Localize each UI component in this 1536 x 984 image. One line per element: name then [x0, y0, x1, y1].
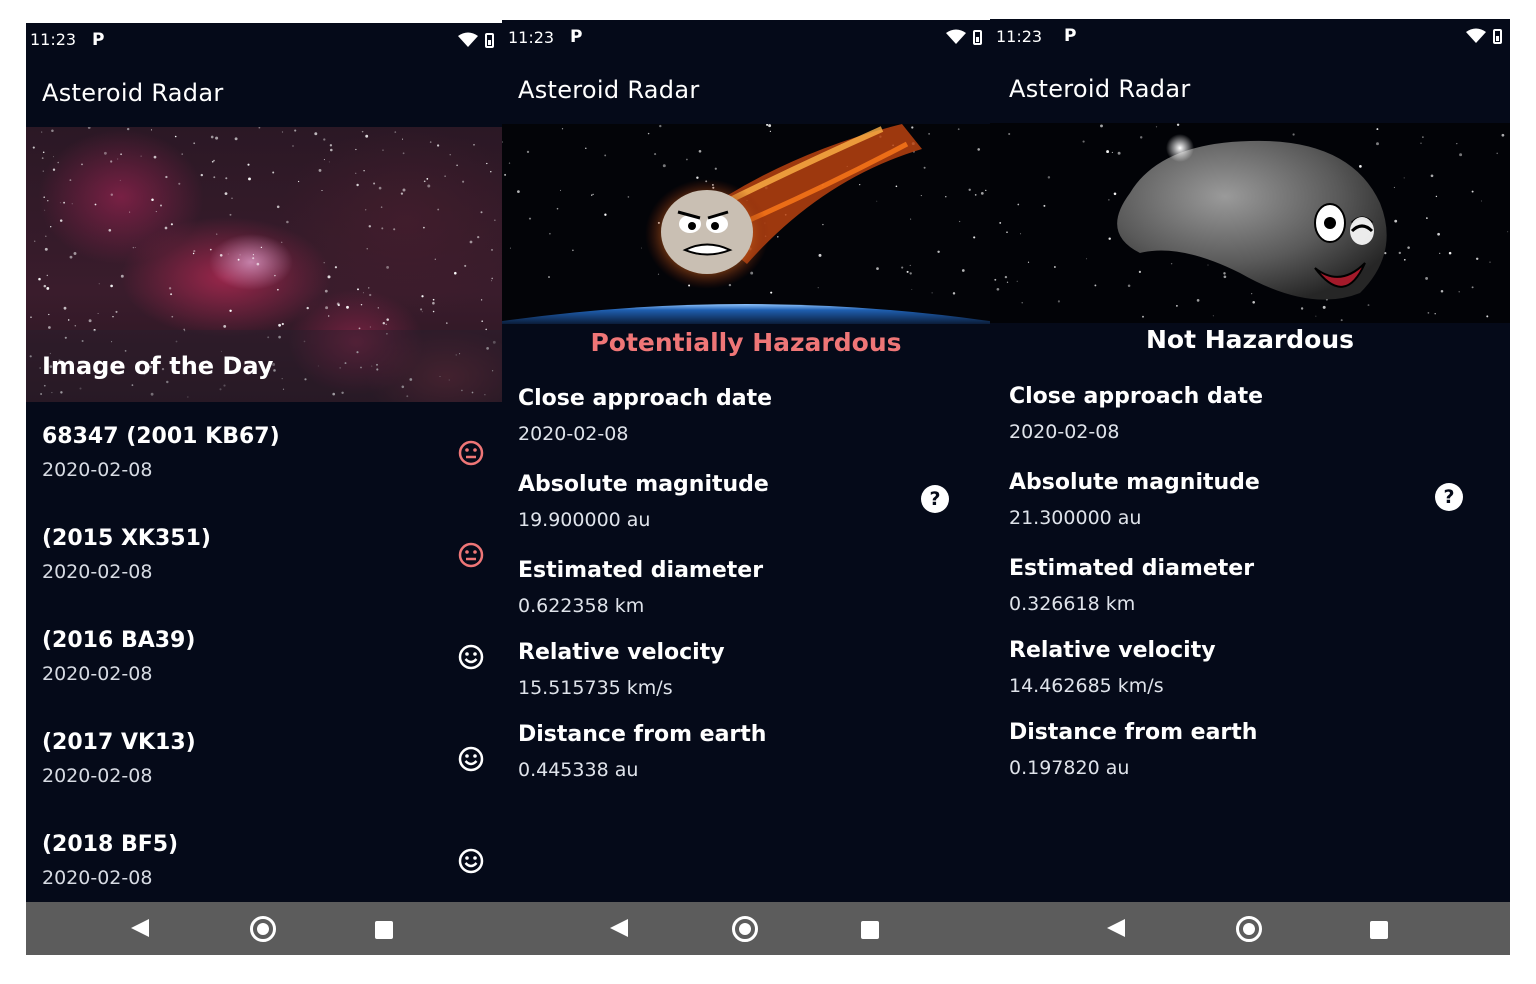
close-approach-section: Close approach date 2020-02-08	[518, 386, 772, 445]
list-item[interactable]: (2015 XK351) 2020-02-08	[26, 504, 502, 606]
notification-icon: P	[570, 27, 583, 47]
list-item[interactable]: (2016 BA39) 2020-02-08	[26, 606, 502, 708]
detail-screen-hazardous: 11:23 P Asteroid Radar Potentially Hazar…	[502, 20, 990, 955]
main-screen: 11:23 P Asteroid Radar Image of the Day …	[26, 23, 502, 955]
wifi-icon	[458, 32, 478, 47]
asteroid-list: 68347 (2001 KB67) 2020-02-08 (2015 XK351…	[26, 402, 502, 912]
close-approach-value: 2020-02-08	[518, 423, 629, 445]
help-circle-icon[interactable]: ?	[1435, 483, 1463, 511]
velocity-value: 15.515735 km/s	[518, 677, 673, 699]
wifi-icon	[1466, 28, 1486, 43]
nav-recents-icon[interactable]	[861, 921, 879, 939]
nav-recents-icon[interactable]	[1370, 921, 1388, 939]
detail-screen-safe: 11:23 P Asteroid Radar Not Hazardous Clo…	[990, 19, 1510, 955]
diameter-section: Estimated diameter 0.622358 km	[518, 558, 763, 617]
distance-section: Distance from earth 0.197820 au	[1009, 720, 1257, 779]
navigation-bar	[26, 902, 502, 955]
nav-back-icon[interactable]	[1107, 919, 1125, 937]
image-of-the-day[interactable]: Image of the Day	[26, 127, 502, 402]
status-clock: 11:23	[508, 28, 555, 47]
list-item[interactable]: (2018 BF5) 2020-02-08	[26, 810, 502, 912]
velocity-section: Relative velocity 14.462685 km/s	[1009, 638, 1216, 697]
close-approach-section: Close approach date 2020-02-08	[1009, 384, 1263, 443]
asteroid-date: 2020-02-08	[42, 561, 153, 583]
app-bar: Asteroid Radar	[26, 59, 502, 127]
status-bar: 11:23 P	[502, 20, 990, 56]
diameter-section: Estimated diameter 0.326618 km	[1009, 556, 1254, 615]
magnitude-label: Absolute magnitude	[518, 472, 769, 497]
asteroid-date: 2020-02-08	[42, 459, 153, 481]
sad-face-icon	[458, 542, 484, 568]
app-title: Asteroid Radar	[518, 76, 700, 104]
happy-face-icon	[458, 644, 484, 670]
navigation-bar	[990, 902, 1510, 955]
asteroid-date: 2020-02-08	[42, 867, 153, 889]
asteroid-date: 2020-02-08	[42, 663, 153, 685]
close-approach-value: 2020-02-08	[1009, 421, 1120, 443]
asteroid-code: (2015 XK351)	[42, 526, 211, 551]
asteroid-code: (2016 BA39)	[42, 628, 196, 653]
hazardous-asteroid-image	[502, 124, 990, 324]
app-title: Asteroid Radar	[1009, 75, 1191, 103]
status-bar: 11:23 P	[26, 23, 502, 59]
nav-home-icon[interactable]	[732, 916, 758, 942]
close-approach-label: Close approach date	[518, 386, 773, 411]
happy-face-icon	[458, 746, 484, 772]
asteroid-date: 2020-02-08	[42, 765, 153, 787]
magnitude-label: Absolute magnitude	[1009, 470, 1260, 495]
battery-icon	[485, 32, 494, 48]
list-item[interactable]: 68347 (2001 KB67) 2020-02-08	[26, 402, 502, 504]
distance-value: 0.445338 au	[518, 759, 639, 781]
nav-home-icon[interactable]	[1236, 916, 1262, 942]
status-clock: 11:23	[996, 27, 1043, 46]
app-title: Asteroid Radar	[42, 79, 224, 107]
diameter-label: Estimated diameter	[1009, 556, 1255, 581]
notification-icon: P	[92, 30, 105, 50]
battery-icon	[1493, 28, 1502, 44]
magnitude-section: Absolute magnitude 19.900000 au	[518, 472, 769, 531]
list-item[interactable]: (2017 VK13) 2020-02-08	[26, 708, 502, 810]
magnitude-value: 21.300000 au	[1009, 507, 1142, 529]
diameter-value: 0.622358 km	[518, 595, 645, 617]
status-clock: 11:23	[30, 30, 77, 49]
image-of-the-day-caption: Image of the Day	[42, 352, 274, 380]
velocity-section: Relative velocity 15.515735 km/s	[518, 640, 725, 699]
velocity-value: 14.462685 km/s	[1009, 675, 1164, 697]
help-circle-icon[interactable]: ?	[921, 485, 949, 513]
nav-back-icon[interactable]	[610, 919, 628, 937]
sad-face-icon	[458, 440, 484, 466]
notification-icon: P	[1064, 26, 1077, 46]
app-bar: Asteroid Radar	[990, 55, 1510, 123]
safe-asteroid-image	[990, 123, 1510, 323]
hazard-status: Potentially Hazardous	[590, 328, 902, 357]
distance-label: Distance from earth	[1009, 720, 1258, 745]
asteroid-code: 68347 (2001 KB67)	[42, 424, 280, 449]
nav-recents-icon[interactable]	[375, 921, 393, 939]
distance-label: Distance from earth	[518, 722, 767, 747]
velocity-label: Relative velocity	[518, 640, 725, 665]
navigation-bar	[502, 902, 990, 955]
close-approach-label: Close approach date	[1009, 384, 1264, 409]
nav-home-icon[interactable]	[250, 916, 276, 942]
happy-face-icon	[458, 848, 484, 874]
magnitude-value: 19.900000 au	[518, 509, 651, 531]
asteroid-code: (2017 VK13)	[42, 730, 196, 755]
velocity-label: Relative velocity	[1009, 638, 1216, 663]
nav-back-icon[interactable]	[131, 919, 149, 937]
wifi-icon	[946, 29, 966, 44]
diameter-value: 0.326618 km	[1009, 593, 1136, 615]
magnitude-section: Absolute magnitude 21.300000 au	[1009, 470, 1260, 529]
distance-section: Distance from earth 0.445338 au	[518, 722, 766, 781]
diameter-label: Estimated diameter	[518, 558, 764, 583]
distance-value: 0.197820 au	[1009, 757, 1130, 779]
battery-icon	[973, 29, 982, 45]
hazard-status: Not Hazardous	[1145, 325, 1355, 354]
status-bar: 11:23 P	[990, 19, 1510, 55]
app-bar: Asteroid Radar	[502, 56, 990, 124]
asteroid-code: (2018 BF5)	[42, 832, 179, 857]
